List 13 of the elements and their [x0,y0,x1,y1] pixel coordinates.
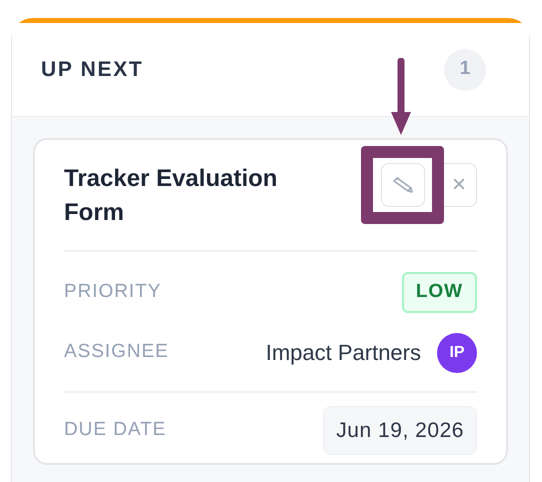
due-date: Jun 19, 2026 [323,406,477,455]
pencil-icon [392,176,414,194]
field-label: ASSIGNEE [64,340,169,364]
priority-badge: LOW [402,272,477,312]
close-button[interactable]: × [442,163,477,207]
count-badge: 1 [444,48,486,90]
edit-button[interactable] [381,163,425,207]
field-label: DUE DATE [64,418,166,442]
assignee-name: Impact Partners [266,339,421,367]
task-title: Tracker Evaluation Form [64,164,278,228]
avatar: IP [437,332,477,372]
field-label: PRIORITY [64,280,162,304]
panel-title: UP NEXT [41,56,144,83]
